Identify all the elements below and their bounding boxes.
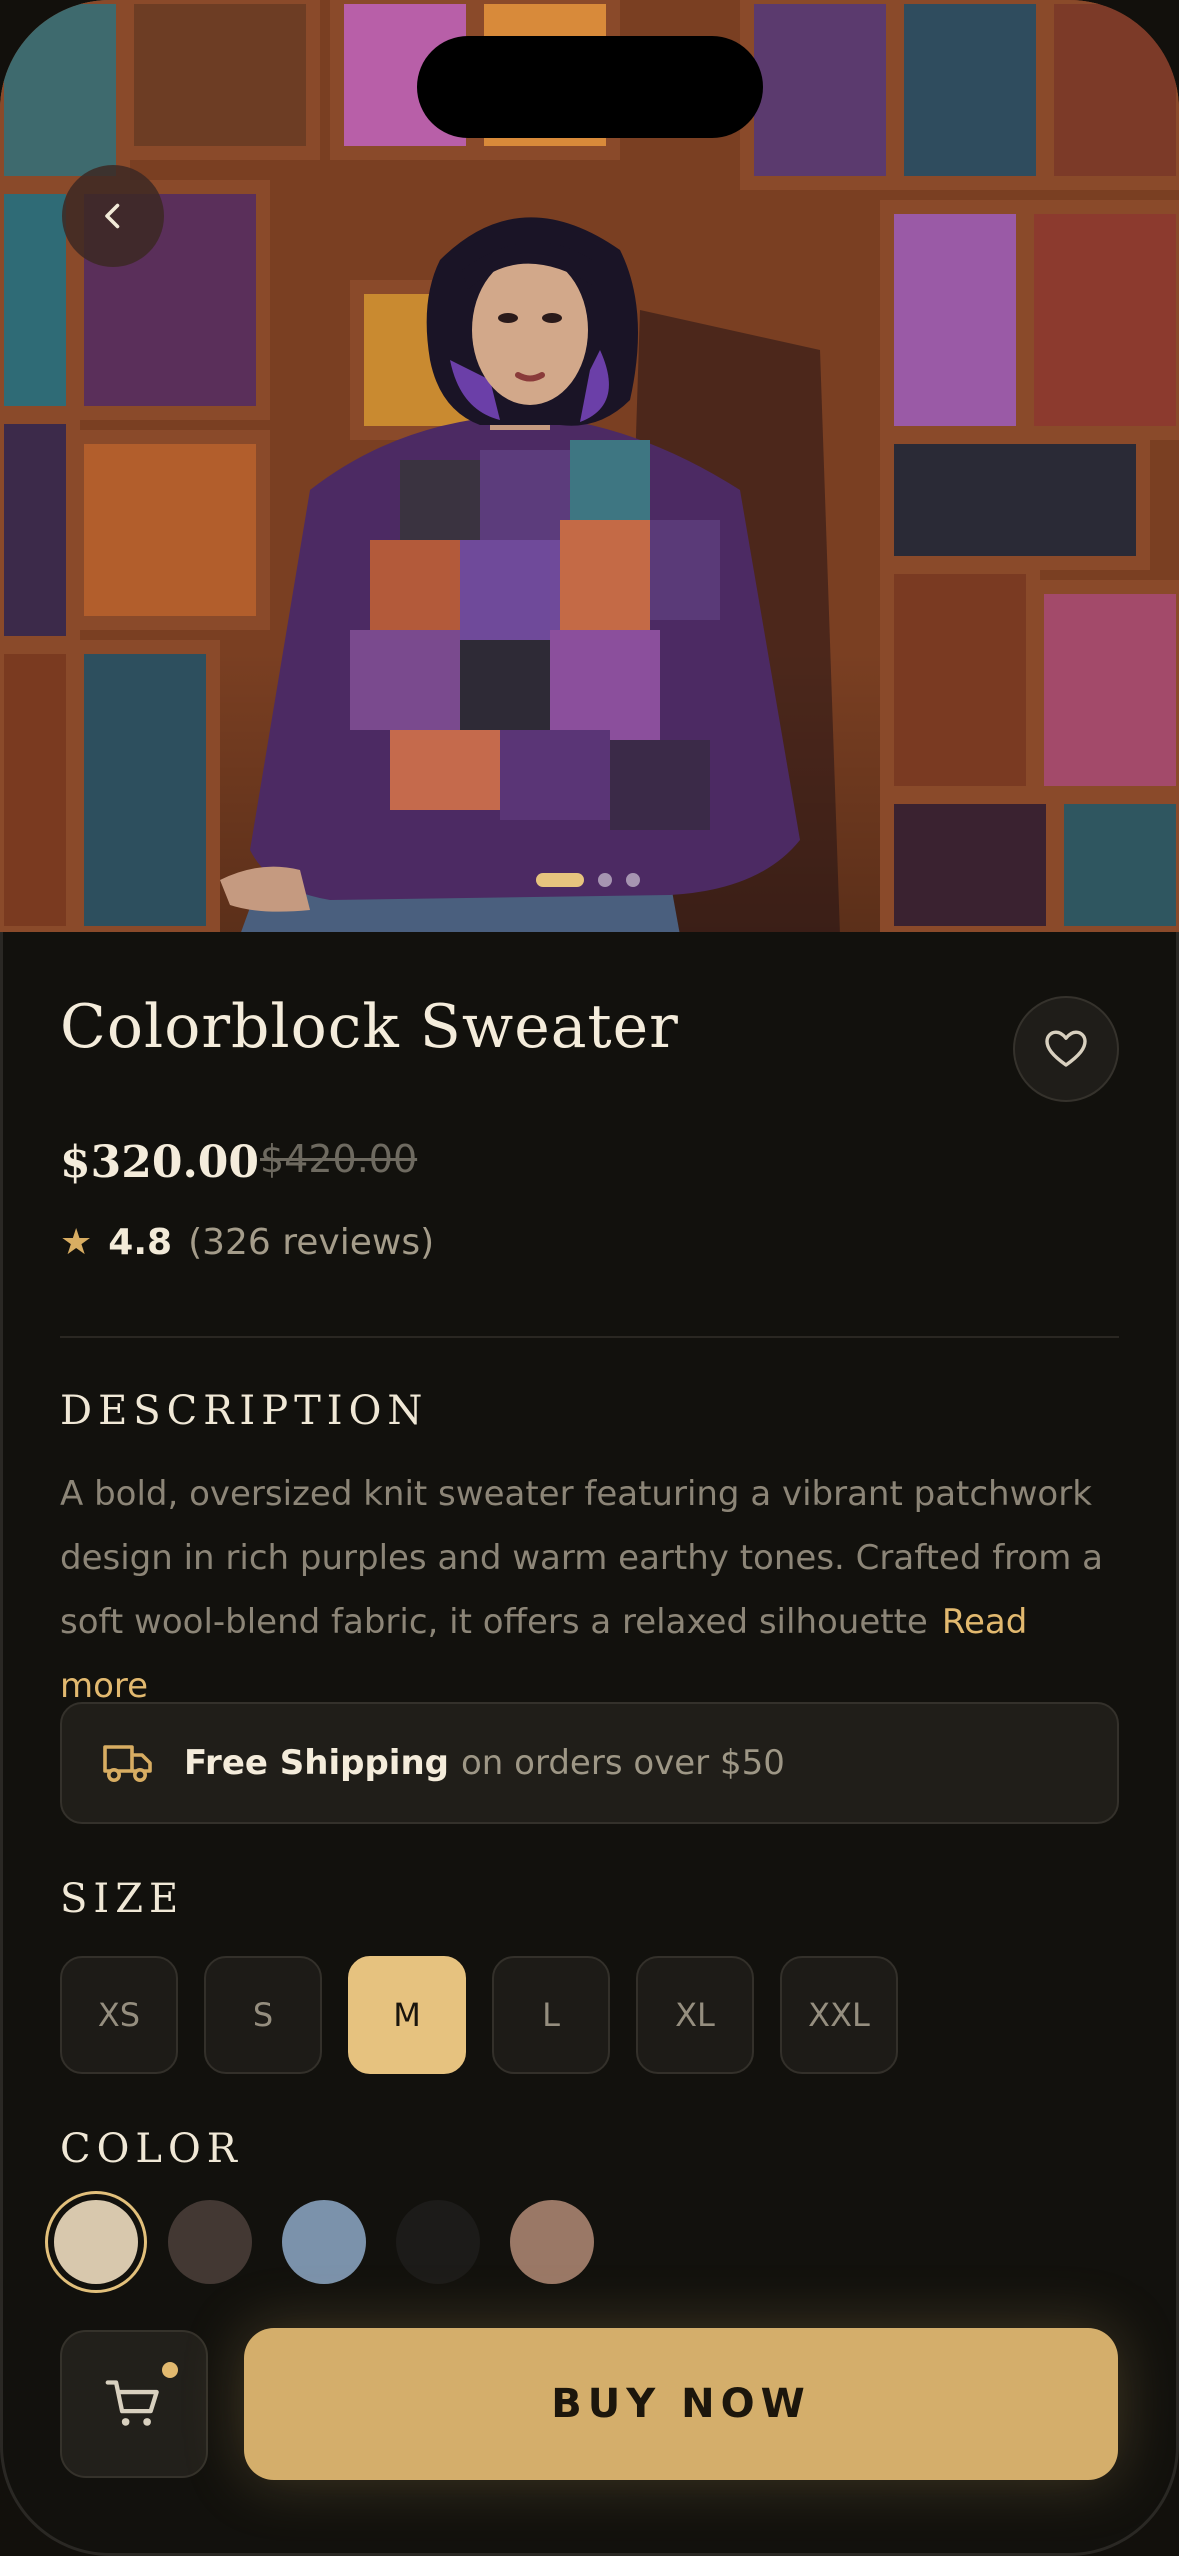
image-pagination[interactable] xyxy=(536,873,640,887)
wall-patch xyxy=(0,640,80,932)
shipping-condition: on orders over $50 xyxy=(461,1743,785,1783)
wall-patch xyxy=(70,640,220,932)
heart-icon xyxy=(1045,1030,1087,1067)
wall-patch xyxy=(880,790,1060,932)
size-option-xxl[interactable]: XXL xyxy=(780,1956,898,2074)
color-selector xyxy=(54,2200,594,2284)
shipping-text: Free Shipping on orders over $50 xyxy=(184,1743,785,1783)
size-selector: XS S M L XL XXL xyxy=(60,1956,898,2074)
truck-icon xyxy=(103,1745,152,1782)
wall-patch xyxy=(0,410,80,650)
color-swatch-cream[interactable] xyxy=(54,2200,138,2284)
description-label: DESCRIPTION xyxy=(60,1388,429,1434)
wall-patch xyxy=(1040,0,1179,190)
wall-patch xyxy=(0,0,130,190)
size-label: SIZE xyxy=(60,1876,185,1922)
size-option-m[interactable]: M xyxy=(348,1956,466,2074)
cart-icon xyxy=(105,2380,159,2426)
shipping-banner: Free Shipping on orders over $50 xyxy=(60,1702,1119,1824)
pagination-dot[interactable] xyxy=(598,873,612,887)
color-swatch-blue[interactable] xyxy=(282,2200,366,2284)
wall-patch xyxy=(1030,580,1179,800)
current-price: $320.00 xyxy=(60,1137,260,1188)
color-label: COLOR xyxy=(60,2126,243,2172)
size-option-s[interactable]: S xyxy=(204,1956,322,2074)
back-button[interactable] xyxy=(62,165,164,267)
wall-patch xyxy=(880,200,1030,440)
buy-now-button[interactable]: BUY NOW xyxy=(244,2328,1118,2480)
wall-patch xyxy=(880,560,1040,800)
wall-patch xyxy=(740,0,900,190)
wall-patch xyxy=(120,0,320,160)
description-text: A bold, oversized knit sweater featuring… xyxy=(60,1462,1119,1718)
shipping-title: Free Shipping xyxy=(184,1743,449,1783)
color-swatch-taupe[interactable] xyxy=(510,2200,594,2284)
dynamic-island xyxy=(417,36,763,138)
model-figure xyxy=(220,217,840,932)
rating[interactable]: ★ 4.8 (326 reviews) xyxy=(60,1222,434,1263)
rating-value: 4.8 xyxy=(108,1222,173,1263)
color-swatch-brown[interactable] xyxy=(168,2200,252,2284)
wall-patch xyxy=(890,0,1050,190)
cart-button[interactable] xyxy=(60,2330,208,2478)
review-count: (326 reviews) xyxy=(188,1222,435,1263)
color-swatch-black[interactable] xyxy=(396,2200,480,2284)
product-image[interactable] xyxy=(0,0,1179,932)
size-option-xs[interactable]: XS xyxy=(60,1956,178,2074)
chevron-left-icon xyxy=(105,203,120,229)
size-option-l[interactable]: L xyxy=(492,1956,610,2074)
wall-patch xyxy=(1050,790,1179,932)
size-option-xl[interactable]: XL xyxy=(636,1956,754,2074)
original-price: $420.00 xyxy=(260,1137,418,1181)
cart-badge-dot xyxy=(162,2362,178,2378)
pagination-dot[interactable] xyxy=(626,873,640,887)
wall-patch xyxy=(880,430,1150,570)
pagination-dot-active[interactable] xyxy=(536,873,584,887)
star-icon: ★ xyxy=(60,1222,93,1263)
wall-patch xyxy=(1020,200,1179,440)
phone-screen: Colorblock Sweater $320.00 $420.00 ★ 4.8… xyxy=(0,0,1179,2556)
product-title: Colorblock Sweater xyxy=(60,992,679,1062)
divider xyxy=(60,1336,1119,1338)
favorite-button[interactable] xyxy=(1013,996,1119,1102)
